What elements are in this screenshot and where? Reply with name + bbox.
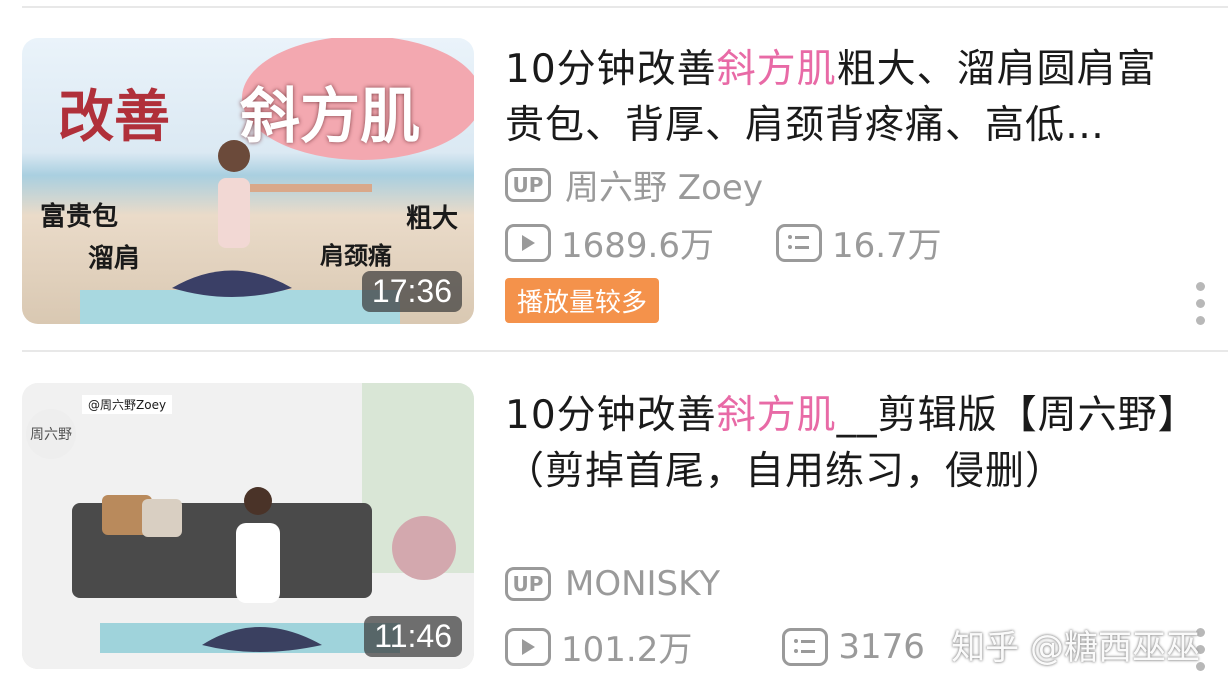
thumb-text-a: 富贵包 [40,202,119,232]
comment-list-icon [782,627,829,666]
channel-logo-text: 周六野 [30,427,72,443]
popular-tag: 播放量较多 [505,278,660,323]
thumb-text-d: 粗大 [406,204,459,234]
view-count: 101.2万 [561,630,693,670]
thumb-text-b: 溜肩 [88,244,141,274]
uploader-name[interactable]: MONISKY [565,564,720,604]
comment-count: 16.7万 [831,226,942,266]
title-highlight: 斜方肌 [716,393,837,438]
stats-row: 1689.6万 16.7万 [505,218,942,267]
uploader-row[interactable]: UP MONISKY [505,564,720,604]
title-part1: 10分钟改善 [505,393,717,438]
video-duration: 11:46 [364,616,462,657]
title-highlight: 斜方肌 [716,47,837,92]
video-thumbnail[interactable]: @周六野Zoey 周六野 11:46 [22,383,474,669]
video-duration: 17:36 [361,271,462,312]
play-icon [505,223,551,262]
thumb-text-improve: 改善 [58,84,170,150]
channel-logo: 周六野 [26,409,76,459]
title-part1: 10分钟改善 [505,47,717,92]
comment-count: 3176 [838,626,925,667]
up-icon: UP [505,167,551,202]
thumb-handle: @周六野Zoey [82,395,173,414]
uploader-name[interactable]: 周六野 Zoey [565,160,763,209]
zhihu-watermark: 知乎 @糖西巫巫 [951,628,1200,668]
more-vertical-icon[interactable] [1194,282,1206,325]
uploader-row[interactable]: UP 周六野 Zoey [505,160,763,209]
comment-list-icon [775,223,822,262]
play-icon [505,627,551,666]
thumb-text-trapezius: 斜方肌 [240,82,420,152]
stats-row: 101.2万 3176 [505,622,925,671]
video-title[interactable]: 10分钟改善斜方肌__剪辑版【周六野】（剪掉首尾，自用练习，侵删） [505,388,1195,500]
video-card[interactable]: @周六野Zoey 周六野 11:46 10分钟改善斜方肌__剪辑版【周六野】（剪… [0,352,1228,671]
up-icon: UP [505,567,551,601]
video-title[interactable]: 10分钟改善斜方肌粗大、溜肩圆肩富贵包、背厚、肩颈背疼痛、高低… [505,42,1195,154]
thumb-text-c: 肩颈痛 [320,241,392,270]
video-card[interactable]: 改善 斜方肌 富贵包 溜肩 肩颈痛 粗大 17:36 10分钟改善斜方肌粗大、溜… [0,0,1228,325]
video-thumbnail[interactable]: 改善 斜方肌 富贵包 溜肩 肩颈痛 粗大 17:36 [22,38,474,324]
view-count: 1689.6万 [561,226,714,266]
